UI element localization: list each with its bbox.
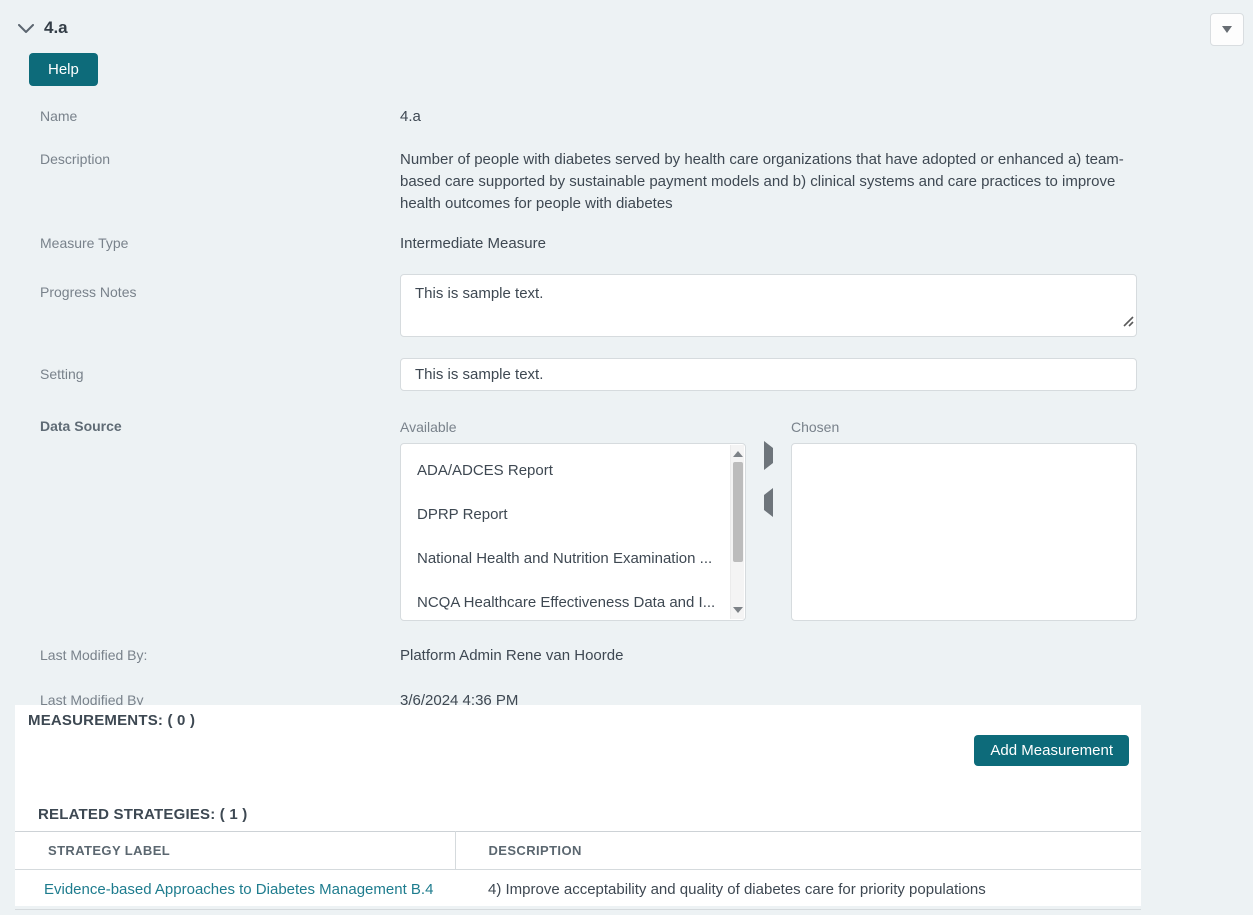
table-row: Evidence-based Approaches to Diabetes Ma… [15, 870, 1141, 910]
chosen-listbox[interactable] [791, 443, 1137, 621]
transfer-controls [746, 416, 791, 621]
move-to-available-button[interactable] [760, 499, 777, 507]
measurements-card: MEASUREMENTS: ( 0 ) Add Measurement RELA… [15, 705, 1141, 906]
name-value: 4.a [400, 106, 1137, 128]
form-row-measure-type: Measure Type Intermediate Measure [0, 233, 1253, 255]
list-item[interactable]: National Health and Nutrition Examinatio… [401, 537, 745, 581]
add-measurement-button[interactable]: Add Measurement [974, 735, 1129, 766]
list-item[interactable]: ADA/ADCES Report [401, 449, 745, 493]
data-source-label: Data Source [0, 416, 400, 434]
description-value: Number of people with diabetes served by… [400, 149, 1137, 215]
setting-input[interactable] [400, 358, 1137, 391]
table-header-row: STRATEGY LABEL DESCRIPTION [15, 832, 1141, 870]
data-source-dual-list: Available ADA/ADCES Report DPRP Report N… [400, 416, 1137, 621]
scroll-down-icon[interactable] [733, 607, 743, 613]
progress-notes-textarea[interactable]: This is sample text. [400, 274, 1137, 337]
measurements-title: MEASUREMENTS: ( 0 ) [28, 712, 1141, 729]
last-modified-by-value: Platform Admin Rene van Hoorde [400, 645, 1137, 667]
form-row-last-modified-by: Last Modified By: Platform Admin Rene va… [0, 645, 1253, 667]
description-label: Description [0, 149, 400, 167]
chevron-down-icon [18, 21, 34, 36]
chosen-label: Chosen [791, 416, 1137, 438]
related-strategies-table: STRATEGY LABEL DESCRIPTION Evidence-base… [15, 831, 1141, 910]
measure-type-value: Intermediate Measure [400, 233, 1137, 255]
section-actions-menu-button[interactable] [1210, 13, 1244, 46]
form-row-name: Name 4.a [0, 106, 1253, 128]
chosen-column: Chosen [791, 416, 1137, 621]
list-item[interactable]: DPRP Report [401, 493, 745, 537]
available-listbox[interactable]: ADA/ADCES Report DPRP Report National He… [400, 443, 746, 621]
move-to-chosen-button[interactable] [760, 452, 777, 460]
form-row-setting: Setting [0, 358, 1253, 391]
available-list-scrollbar[interactable] [730, 445, 744, 619]
setting-label: Setting [0, 358, 400, 382]
last-modified-by-label: Last Modified By: [0, 645, 400, 663]
page-title: 4.a [44, 18, 68, 38]
section-header: 4.a [0, 0, 1253, 38]
form-row-description: Description Number of people with diabet… [0, 149, 1253, 215]
scroll-up-icon[interactable] [733, 451, 743, 457]
related-strategies-title: RELATED STRATEGIES: ( 1 ) [38, 806, 1141, 823]
help-button[interactable]: Help [29, 53, 98, 86]
arrow-right-icon [764, 441, 773, 470]
arrow-left-icon [764, 488, 773, 517]
measure-type-label: Measure Type [0, 233, 400, 251]
progress-notes-label: Progress Notes [0, 274, 400, 300]
name-label: Name [0, 106, 400, 124]
available-label: Available [400, 416, 746, 438]
strategy-link[interactable]: Evidence-based Approaches to Diabetes Ma… [44, 881, 433, 898]
form-row-progress-notes: Progress Notes This is sample text. [0, 274, 1253, 337]
available-column: Available ADA/ADCES Report DPRP Report N… [400, 416, 746, 621]
caret-down-icon [1222, 26, 1232, 33]
measure-detail-page: 4.a Help Name 4.a Description Number of … [0, 0, 1253, 915]
strategy-description: 4) Improve acceptability and quality of … [455, 870, 1141, 910]
column-header-description: DESCRIPTION [455, 832, 1141, 870]
collapse-section-button[interactable] [18, 21, 34, 36]
column-header-strategy-label: STRATEGY LABEL [15, 832, 455, 870]
measure-form: Name 4.a Description Number of people wi… [0, 106, 1253, 712]
form-row-data-source: Data Source Available ADA/ADCES Report D… [0, 416, 1253, 621]
scrollbar-thumb[interactable] [733, 462, 743, 562]
list-item[interactable]: NCQA Healthcare Effectiveness Data and I… [401, 581, 745, 621]
